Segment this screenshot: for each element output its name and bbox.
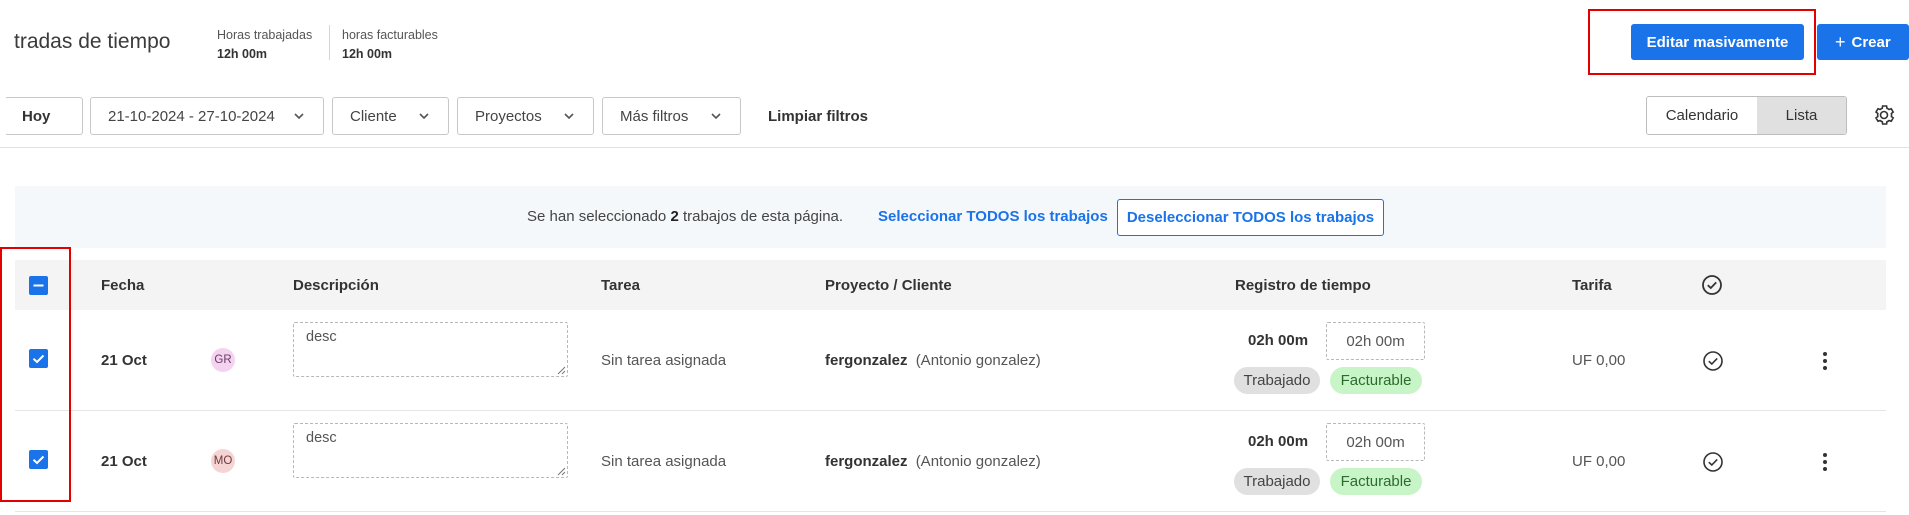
projects-filter-label: Proyectos — [475, 107, 542, 125]
worked-badge: Trabajado — [1234, 367, 1320, 394]
kebab-menu-icon[interactable] — [1815, 451, 1835, 473]
view-toggle: Calendario Lista — [1646, 96, 1847, 135]
check-circle-icon[interactable] — [1702, 350, 1724, 372]
check-circle-icon[interactable] — [1702, 451, 1724, 473]
description-value: desc — [306, 430, 337, 446]
select-all-link[interactable]: Seleccionar TODOS los trabajos — [878, 208, 1108, 225]
plus-icon: + — [1835, 31, 1846, 52]
selection-text-after: trabajos de esta página. — [678, 208, 844, 225]
avatar: GR — [211, 348, 235, 372]
column-time: Registro de tiempo — [1235, 277, 1371, 294]
bulk-edit-button[interactable]: Editar masivamente — [1631, 24, 1804, 60]
column-description: Descripción — [293, 277, 379, 294]
chevron-down-icon — [711, 113, 721, 120]
row-rate: UF 0,00 — [1572, 352, 1626, 369]
avatar: MO — [211, 449, 235, 473]
stat-hours-billable-label: horas facturables — [342, 28, 438, 42]
date-range-value: 21-10-2024 - 27-10-2024 — [108, 107, 275, 125]
table-header: Fecha Descripción Tarea Proyecto / Clien… — [15, 260, 1886, 310]
table-row: 21 Oct GR desc Sin tarea asignada fergon… — [15, 310, 1886, 411]
row-rate: UF 0,00 — [1572, 453, 1626, 470]
column-rate: Tarifa — [1572, 277, 1612, 294]
check-circle-icon — [1702, 275, 1722, 295]
column-task: Tarea — [601, 277, 640, 294]
client-filter-dropdown[interactable]: Cliente — [332, 97, 449, 135]
more-filters-label: Más filtros — [620, 107, 689, 125]
kebab-menu-icon[interactable] — [1815, 350, 1835, 372]
row-project[interactable]: fergonzalez — [825, 352, 908, 369]
time-input[interactable]: 02h 00m — [1326, 423, 1425, 461]
more-filters-dropdown[interactable]: Más filtros — [602, 97, 741, 135]
billable-badge: Facturable — [1330, 367, 1422, 394]
stat-hours-billable-value: 12h 00m — [342, 47, 393, 61]
row-project-client: fergonzalez (Antonio gonzalez) — [825, 453, 1041, 470]
row-task: Sin tarea asignada — [601, 453, 727, 470]
row-project-client: fergonzalez (Antonio gonzalez) — [825, 352, 1041, 369]
deselect-all-button[interactable]: Deseleccionar TODOS los trabajos — [1117, 199, 1384, 236]
view-list-button[interactable]: Lista — [1757, 97, 1846, 134]
row-client: (Antonio gonzalez) — [915, 352, 1041, 369]
date-range-dropdown[interactable]: 21-10-2024 - 27-10-2024 — [90, 97, 324, 135]
description-input[interactable]: desc — [293, 322, 568, 377]
filter-bar: Hoy 21-10-2024 - 27-10-2024 Cliente Proy… — [0, 84, 1909, 148]
projects-filter-dropdown[interactable]: Proyectos — [457, 97, 594, 135]
chevron-down-icon — [564, 113, 574, 120]
column-date: Fecha — [101, 277, 145, 294]
description-input[interactable]: desc — [293, 423, 568, 478]
stat-divider — [329, 25, 330, 60]
billable-badge: Facturable — [1330, 468, 1422, 495]
row-time-value: 02h 00m — [1248, 433, 1309, 450]
selection-count: 2 — [670, 208, 679, 225]
row-date: 21 Oct — [101, 352, 147, 369]
row-time-value: 02h 00m — [1248, 332, 1309, 349]
selection-text-before: Se han seleccionado — [527, 208, 671, 225]
create-button[interactable]: + Crear — [1817, 24, 1909, 60]
column-project: Proyecto / Cliente — [825, 277, 952, 294]
row-task: Sin tarea asignada — [601, 352, 727, 369]
stat-hours-billable: horas facturables 12h 00m — [342, 26, 438, 64]
stat-hours-worked: Horas trabajadas 12h 00m — [217, 26, 312, 64]
selection-summary: Se han seleccionado 2 trabajos de esta p… — [527, 208, 843, 225]
today-button[interactable]: Hoy — [6, 97, 83, 135]
stat-hours-worked-value: 12h 00m — [217, 47, 268, 61]
create-button-label: Crear — [1851, 33, 1891, 51]
resize-handle-icon[interactable] — [556, 466, 566, 476]
client-filter-label: Cliente — [350, 107, 397, 125]
table-row: 21 Oct MO desc Sin tarea asignada fergon… — [15, 411, 1886, 512]
worked-badge: Trabajado — [1234, 468, 1320, 495]
row-project[interactable]: fergonzalez — [825, 453, 908, 470]
chevron-down-icon — [419, 113, 429, 120]
page-header: tradas de tiempo Horas trabajadas 12h 00… — [0, 0, 1909, 84]
time-input[interactable]: 02h 00m — [1326, 322, 1425, 360]
view-calendar-button[interactable]: Calendario — [1647, 97, 1757, 134]
row-date: 21 Oct — [101, 453, 147, 470]
description-value: desc — [306, 329, 337, 345]
highlight-box-checkboxes — [0, 247, 71, 502]
clear-filters-link[interactable]: Limpiar filtros — [768, 108, 868, 125]
row-client: (Antonio gonzalez) — [915, 453, 1041, 470]
resize-handle-icon[interactable] — [556, 365, 566, 375]
gear-icon[interactable] — [1872, 103, 1896, 127]
selection-banner: Se han seleccionado 2 trabajos de esta p… — [15, 186, 1886, 248]
page-title: tradas de tiempo — [14, 30, 171, 53]
stat-hours-worked-label: Horas trabajadas — [217, 28, 313, 42]
chevron-down-icon — [294, 113, 304, 120]
